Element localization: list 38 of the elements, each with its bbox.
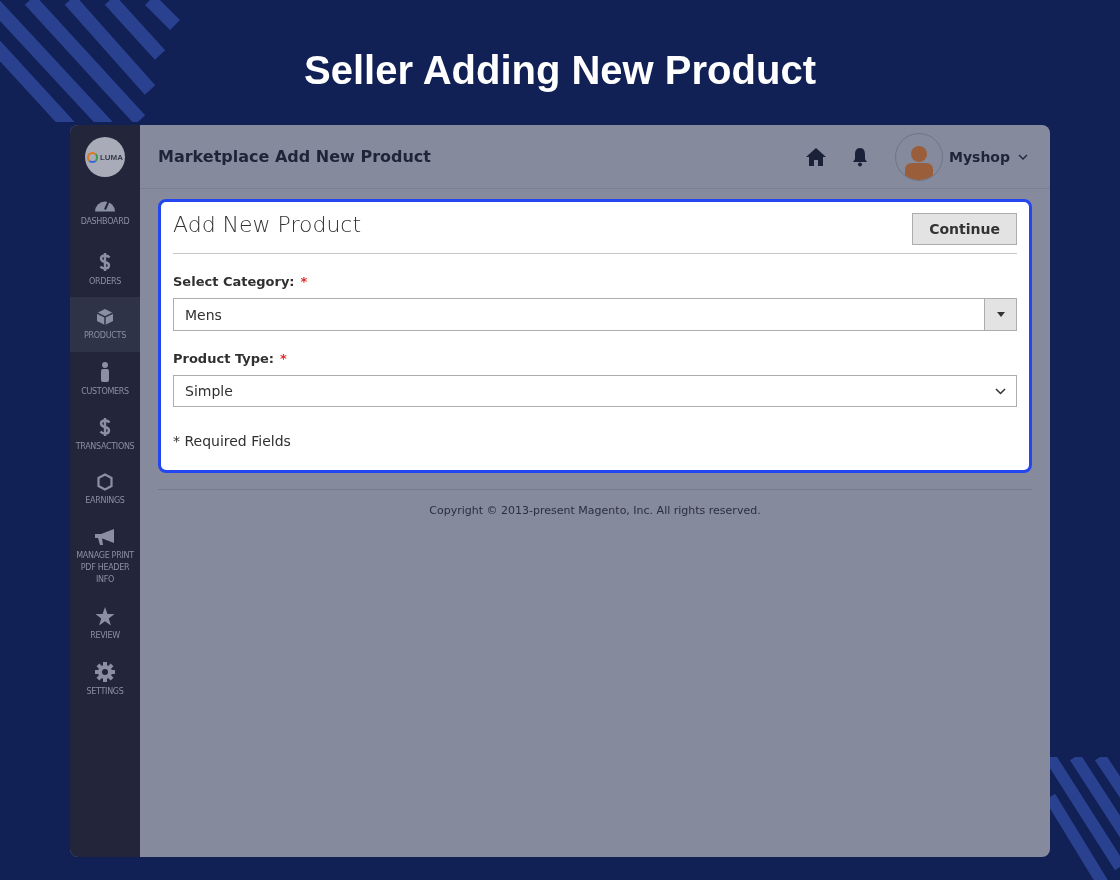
megaphone-icon: [94, 528, 116, 546]
required-mark: *: [300, 274, 308, 289]
bell-icon[interactable]: [851, 146, 869, 167]
page-title: Seller Adding New Product: [304, 47, 816, 94]
sidebar-item[interactable]: TRANSACTIONS: [70, 407, 140, 462]
dollar-icon: [99, 416, 111, 437]
home-icon[interactable]: [805, 146, 827, 167]
box-icon: [96, 307, 114, 326]
sidebar-item[interactable]: CUSTOMERS: [70, 352, 140, 407]
field-label: Select Category:: [173, 274, 295, 289]
continue-button[interactable]: Continue: [912, 213, 1017, 245]
copyright-text: Copyright © 2013-present Magento, Inc. All rights reserved.: [429, 504, 761, 517]
sidebar-item[interactable]: REVIEW: [70, 597, 140, 652]
field-label: Product Type:: [173, 351, 274, 366]
chevron-down-icon[interactable]: [1018, 153, 1028, 160]
sidebar-item[interactable]: EARNINGS: [70, 462, 140, 517]
gear-icon: [95, 661, 115, 682]
sidebar-item[interactable]: PRODUCTS: [70, 297, 140, 352]
dropdown-field[interactable]: Simple: [173, 375, 1017, 407]
user-silhouette-icon: [905, 143, 933, 180]
user-menu[interactable]: Myshop: [949, 148, 1010, 165]
sidebar-item[interactable]: DASHBOARD: [70, 187, 140, 242]
sidebar-item[interactable]: ORDERS: [70, 242, 140, 297]
gauge-icon: [94, 201, 116, 212]
caret-icon: [996, 312, 1005, 317]
hexagon-icon: [97, 472, 113, 491]
chevron-down-icon: [995, 387, 1006, 395]
person-icon: [100, 361, 110, 382]
sidebar-item[interactable]: SETTINGS: [70, 652, 140, 707]
required-note: * Required Fields: [173, 433, 291, 449]
sidebar-item[interactable]: MANAGE PRINT PDF HEADER INFO: [70, 517, 140, 597]
form-title: Add New Product: [173, 212, 362, 237]
page-heading: Marketplace Add New Product: [158, 147, 432, 166]
required-mark: *: [280, 351, 287, 366]
star-icon: [95, 607, 115, 626]
dollar-icon: [99, 251, 111, 272]
dropdown-field[interactable]: Mens: [173, 298, 1017, 331]
logo: LUMA: [85, 137, 125, 177]
